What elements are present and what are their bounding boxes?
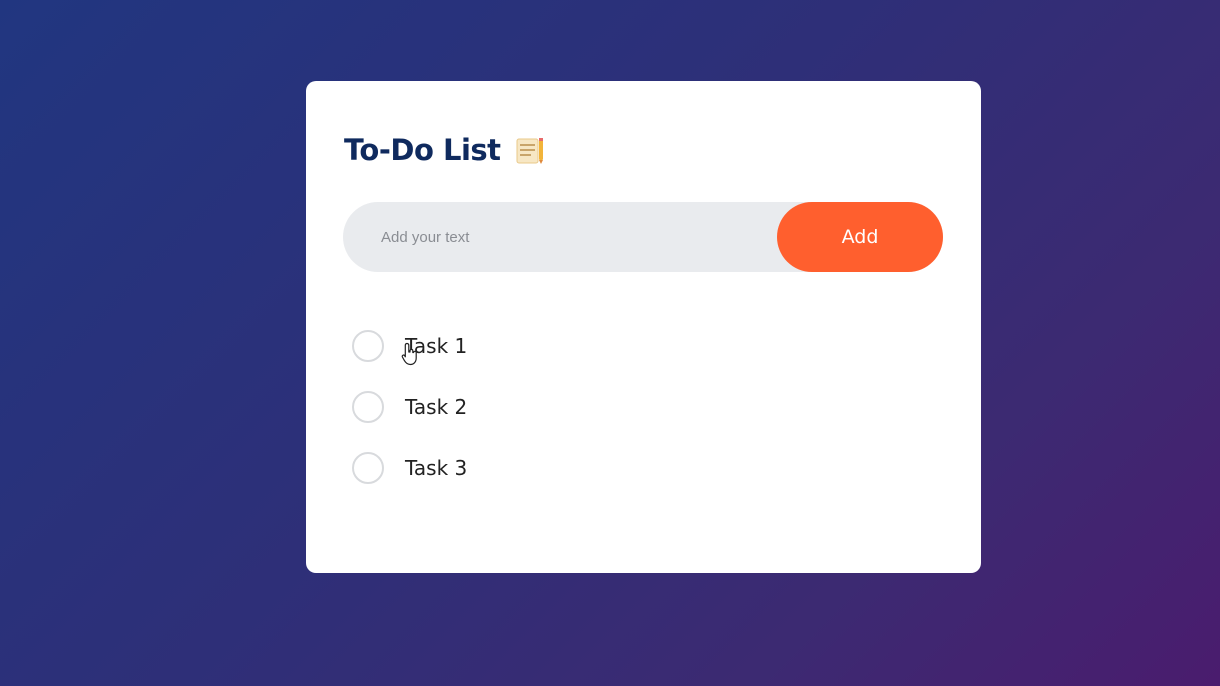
unchecked-circle-icon[interactable] (352, 390, 384, 423)
add-button[interactable]: Add (777, 202, 943, 272)
todo-card: To-Do List Add Task 1 Task 2 (306, 81, 981, 573)
unchecked-circle-icon[interactable] (352, 329, 384, 362)
task-input[interactable] (343, 202, 773, 272)
task-label: Task 2 (405, 394, 468, 419)
task-item[interactable]: Task 1 (352, 315, 467, 376)
task-label: Task 3 (405, 455, 468, 480)
unchecked-circle-icon[interactable] (352, 451, 384, 484)
page-title: To-Do List (344, 133, 501, 167)
task-list: Task 1 Task 2 Task 3 (352, 315, 467, 498)
input-row: Add (343, 202, 943, 272)
notepad-icon (515, 135, 545, 165)
task-item[interactable]: Task 3 (352, 437, 467, 498)
task-label: Task 1 (405, 333, 468, 358)
title-row: To-Do List (344, 133, 545, 167)
task-item[interactable]: Task 2 (352, 376, 467, 437)
